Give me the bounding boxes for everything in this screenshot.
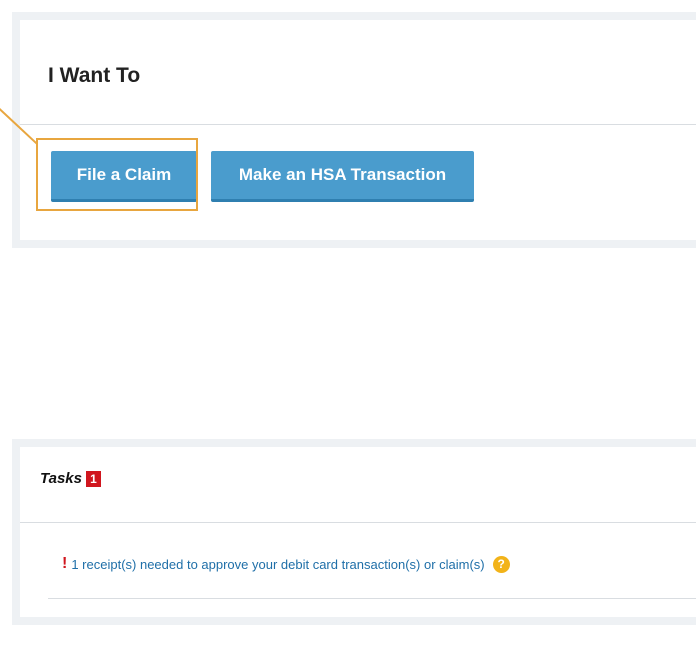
tasks-card: Tasks 1 ! 1 receipt(s) needed to approve… (12, 439, 696, 625)
i-want-to-title: I Want To (48, 64, 141, 87)
tasks-count-badge: 1 (85, 470, 101, 487)
i-want-to-divider (20, 124, 696, 125)
receipt-task-link[interactable]: 1 receipt(s) needed to approve your debi… (71, 557, 484, 572)
help-icon[interactable]: ? (492, 555, 510, 573)
tasks-panel: Tasks 1 ! 1 receipt(s) needed to approve… (20, 447, 696, 617)
i-want-to-card: I Want To File a Claim Make an HSA Trans… (12, 12, 696, 248)
tasks-header: Tasks 1 (40, 470, 101, 487)
hsa-transaction-button[interactable]: Make an HSA Transaction (211, 151, 474, 202)
task-item-divider (48, 598, 696, 599)
alert-icon: ! (62, 555, 68, 572)
task-item: ! 1 receipt(s) needed to approve your de… (62, 555, 510, 573)
tasks-title: Tasks (40, 470, 82, 487)
file-claim-highlight (36, 138, 198, 211)
tasks-header-divider (20, 522, 696, 523)
